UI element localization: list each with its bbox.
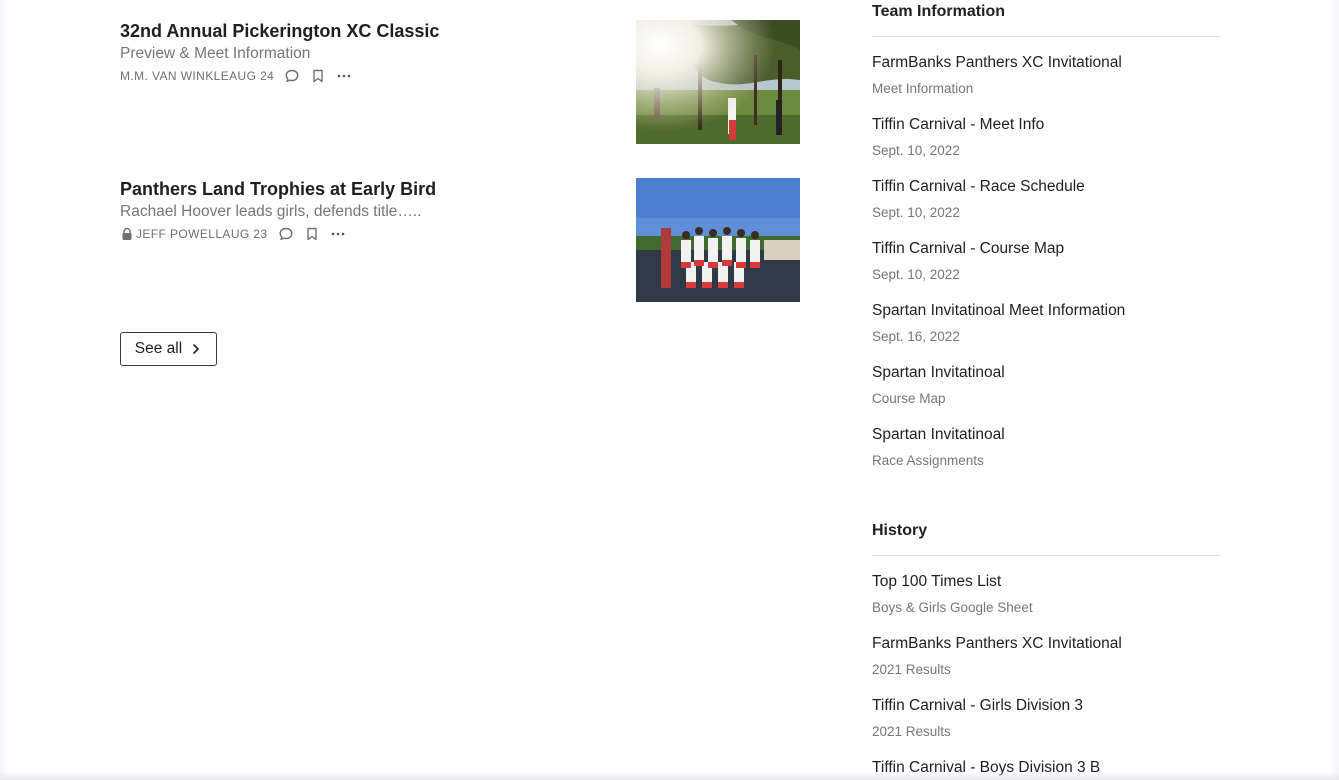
sidebar-link-subtitle: Sept. 10, 2022 <box>872 205 960 220</box>
lock-icon <box>120 227 134 241</box>
comment-icon[interactable] <box>284 68 300 84</box>
sidebar-link-title: FarmBanks Panthers XC Invitational <box>872 54 1122 71</box>
post-author[interactable]: M.M. VAN WINKLE <box>120 69 229 83</box>
comment-icon[interactable] <box>278 226 294 242</box>
post-item[interactable]: Panthers Land Trophies at Early Bird Rac… <box>120 178 800 302</box>
post-thumbnail[interactable] <box>636 20 800 144</box>
post-subtitle[interactable]: Rachael Hoover leads girls, defends titl… <box>120 202 422 222</box>
sidebar-link-subtitle: Sept. 16, 2022 <box>872 329 960 344</box>
sidebar-link-subtitle: Race Assignments <box>872 453 984 468</box>
section-divider <box>872 555 1220 556</box>
see-all-button[interactable]: See all <box>120 332 217 366</box>
bookmark-icon[interactable] <box>304 226 320 242</box>
post-thumbnail[interactable] <box>636 178 800 302</box>
sidebar-link[interactable]: FarmBanks Panthers XC Invitational 2021 … <box>872 634 1220 684</box>
page: 32nd Annual Pickerington XC Classic Prev… <box>0 0 1339 780</box>
sidebar-link-title: Tiffin Carnival - Course Map <box>872 240 1065 257</box>
post-date: AUG 24 <box>229 69 275 83</box>
sidebar-link-title: Tiffin Carnival - Girls Division 3 <box>872 697 1084 714</box>
see-all-label: See all <box>134 340 183 357</box>
section-heading-history: History <box>872 522 928 539</box>
post-meta: M.M. VAN WINKLE AUG 24 <box>120 67 352 85</box>
post-title[interactable]: 32nd Annual Pickerington XC Classic <box>120 20 439 42</box>
more-options-icon[interactable] <box>330 226 346 242</box>
bottom-scroll-shade <box>0 772 1339 780</box>
sidebar-link-title: Tiffin Carnival - Meet Info <box>872 116 1045 133</box>
sidebar-link-subtitle: Meet Information <box>872 81 974 96</box>
sidebar-link[interactable]: Spartan Invitatinoal Meet Information Se… <box>872 301 1220 351</box>
sidebar-link-title: Spartan Invitatinoal <box>872 426 1005 443</box>
post-author[interactable]: JEFF POWELL <box>136 227 222 241</box>
sidebar-link[interactable]: Tiffin Carnival - Meet Info Sept. 10, 20… <box>872 115 1220 165</box>
sidebar-link[interactable]: Tiffin Carnival - Girls Division 3 2021 … <box>872 696 1220 746</box>
sidebar-link[interactable]: Tiffin Carnival - Course Map Sept. 10, 2… <box>872 239 1220 289</box>
bookmark-icon[interactable] <box>310 68 326 84</box>
girls-team-group-photo <box>636 178 800 302</box>
runners-under-trees-photo <box>636 20 800 144</box>
sidebar-link[interactable]: Top 100 Times List Boys & Girls Google S… <box>872 572 1220 622</box>
sidebar-link-title: Top 100 Times List <box>872 573 1002 590</box>
post-item[interactable]: 32nd Annual Pickerington XC Classic Prev… <box>120 20 800 144</box>
sidebar-link-subtitle: 2021 Results <box>872 662 951 677</box>
sidebar-link-subtitle: Sept. 10, 2022 <box>872 143 960 158</box>
post-subtitle[interactable]: Preview & Meet Information <box>120 44 310 64</box>
chevron-right-icon <box>190 343 202 355</box>
sidebar-link-subtitle: Boys & Girls Google Sheet <box>872 600 1033 615</box>
section-divider <box>872 36 1220 37</box>
more-options-icon[interactable] <box>336 68 352 84</box>
sidebar-link-title: Tiffin Carnival - Race Schedule <box>872 178 1085 195</box>
sidebar-link-subtitle: Sept. 10, 2022 <box>872 267 960 282</box>
sidebar-link[interactable]: Spartan Invitatinoal Course Map <box>872 363 1220 413</box>
sidebar-link-title: FarmBanks Panthers XC Invitational <box>872 635 1122 652</box>
sidebar-link-subtitle: Course Map <box>872 391 946 406</box>
section-heading-team-information: Team Information <box>872 3 1006 20</box>
sidebar-link-title: Spartan Invitatinoal <box>872 364 1005 381</box>
post-date: AUG 23 <box>222 227 268 241</box>
post-meta: JEFF POWELL AUG 23 <box>120 225 346 243</box>
post-title[interactable]: Panthers Land Trophies at Early Bird <box>120 178 436 200</box>
sidebar-link[interactable]: Tiffin Carnival - Race Schedule Sept. 10… <box>872 177 1220 227</box>
sidebar-link[interactable]: FarmBanks Panthers XC Invitational Meet … <box>872 53 1220 103</box>
sidebar-link[interactable]: Spartan Invitatinoal Race Assignments <box>872 425 1220 475</box>
sidebar-link-subtitle: 2021 Results <box>872 724 951 739</box>
sidebar-link-title: Spartan Invitatinoal Meet Information <box>872 302 1126 319</box>
